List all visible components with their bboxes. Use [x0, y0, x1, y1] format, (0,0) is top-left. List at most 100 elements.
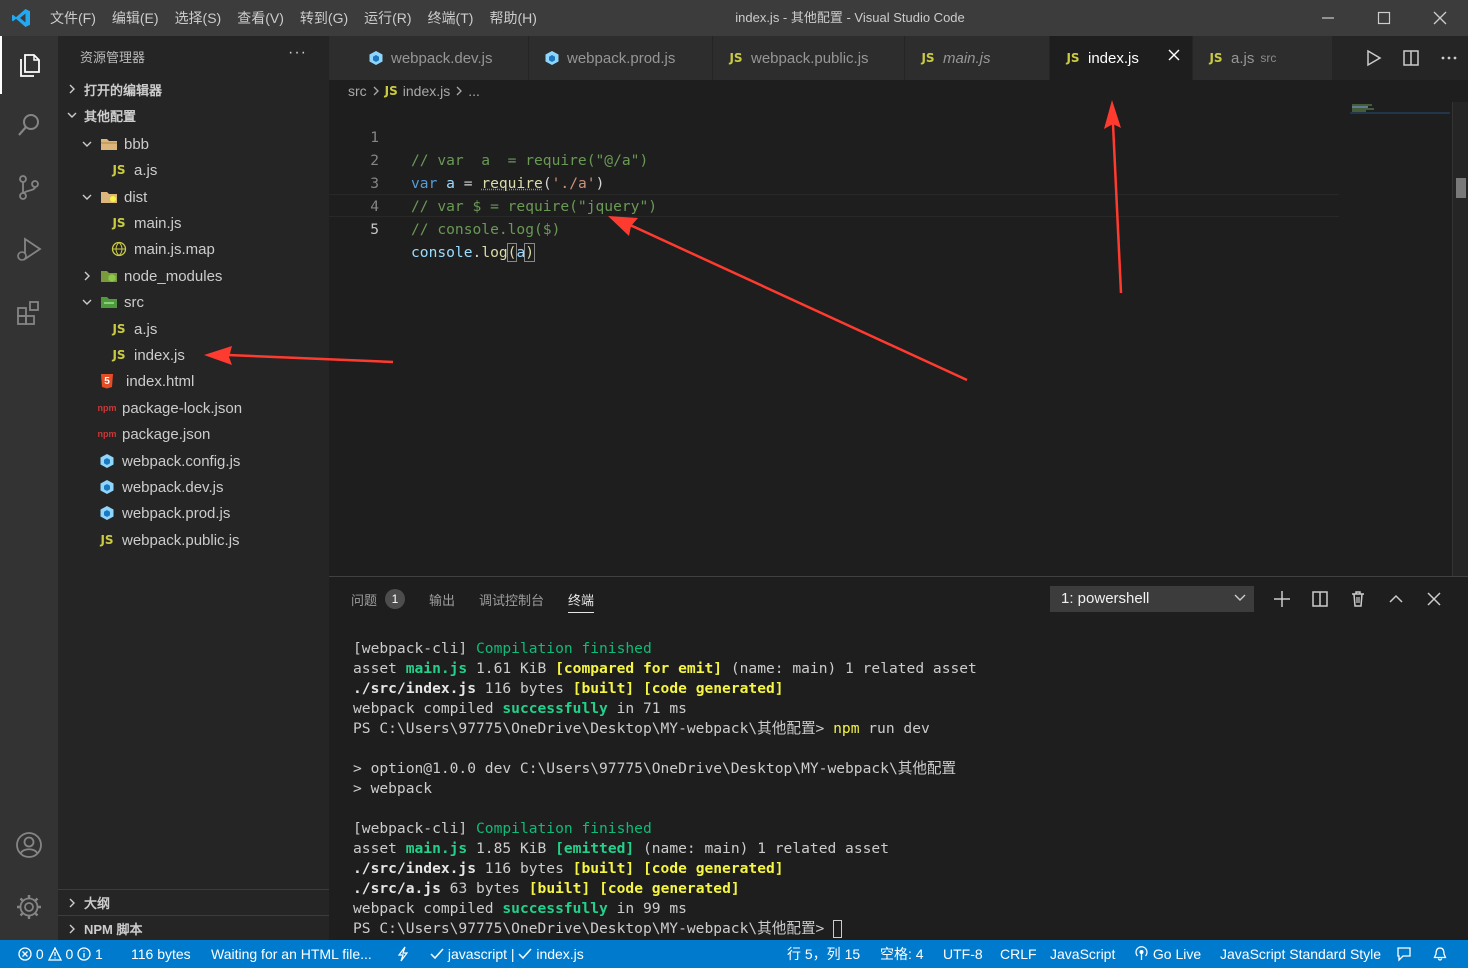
- tree-file-bbb-a-js[interactable]: JS a.js: [58, 157, 329, 183]
- minimize-icon: [1322, 17, 1334, 19]
- live-preview-status[interactable]: Waiting for an HTML file...: [211, 940, 372, 968]
- feedback-button[interactable]: [1396, 940, 1414, 968]
- terminal-text: npm: [833, 720, 860, 737]
- explorer-button[interactable]: [0, 36, 58, 94]
- run-debug-button[interactable]: [0, 220, 58, 278]
- tab-main-js[interactable]: JS main.js: [905, 36, 1050, 80]
- menu-go[interactable]: 转到(G): [292, 0, 356, 36]
- tab-label: webpack.dev.js: [391, 49, 493, 67]
- manage-button[interactable]: [0, 878, 58, 936]
- close-window-button[interactable]: [1412, 0, 1468, 36]
- tree-file-webpack-dev-js[interactable]: webpack.dev.js: [58, 474, 329, 500]
- tab-terminal[interactable]: 终端: [568, 577, 595, 621]
- breadcrumb-symbol[interactable]: ...: [468, 83, 480, 99]
- terminal-text: [webpack-cli]: [353, 640, 477, 657]
- eslint-status[interactable]: javascript | index.js: [430, 940, 584, 968]
- js-file-icon: JS: [112, 348, 126, 362]
- tree-item-label: src: [124, 293, 144, 311]
- code-style-status[interactable]: JavaScript Standard Style: [1220, 940, 1381, 968]
- chevron-right-icon: [64, 84, 80, 94]
- extensions-icon: [17, 301, 39, 325]
- new-terminal-button[interactable]: [1263, 577, 1301, 621]
- workspace-section[interactable]: 其他配置: [58, 102, 329, 128]
- tree-file-main-js-map[interactable]: main.js.map: [58, 236, 329, 262]
- kill-terminal-button[interactable]: [1339, 577, 1377, 621]
- bell-icon: [1433, 947, 1447, 961]
- open-editors-label: 打开的编辑器: [84, 82, 163, 98]
- terminal-text: [built]: [528, 880, 591, 897]
- tree-item-label: main.js: [134, 214, 182, 232]
- notifications-button[interactable]: [1432, 940, 1448, 968]
- tree-folder-node-modules[interactable]: node_modules: [58, 263, 329, 289]
- close-tab-button[interactable]: [1168, 48, 1180, 66]
- extensions-button[interactable]: [0, 284, 58, 342]
- language-mode-status[interactable]: JavaScript: [1050, 940, 1115, 968]
- file-size-status[interactable]: 116 bytes: [131, 940, 191, 968]
- more-editor-actions-button[interactable]: [1430, 36, 1468, 80]
- maximize-button[interactable]: [1356, 0, 1412, 36]
- tree-file-main-js[interactable]: JS main.js: [58, 210, 329, 236]
- problems-status[interactable]: 0 0 1: [18, 940, 103, 968]
- indentation-status[interactable]: 空格: 4: [880, 940, 924, 968]
- minimap[interactable]: [1350, 102, 1450, 576]
- scroll-thumb[interactable]: [1456, 178, 1466, 198]
- search-button[interactable]: [0, 96, 58, 154]
- outline-section[interactable]: 大纲: [58, 889, 329, 915]
- cursor-position-status[interactable]: 行 5，列 15: [787, 940, 860, 968]
- tree-file-package-json[interactable]: npm package.json: [58, 421, 329, 447]
- menu-edit[interactable]: 编辑(E): [104, 0, 167, 36]
- close-panel-button[interactable]: [1415, 577, 1453, 621]
- tree-folder-src[interactable]: src: [58, 289, 329, 315]
- accounts-button[interactable]: [0, 816, 58, 874]
- minimize-button[interactable]: [1300, 0, 1356, 36]
- breadcrumb-folder[interactable]: src: [348, 83, 367, 99]
- tree-folder-bbb[interactable]: bbb: [58, 131, 329, 157]
- tab-webpack-public-js[interactable]: JS webpack.public.js: [713, 36, 905, 80]
- tree-file-src-a-js[interactable]: JS a.js: [58, 316, 329, 342]
- npm-scripts-label: NPM 脚本: [84, 922, 143, 937]
- terminal-selector[interactable]: 1: powershell: [1050, 586, 1254, 612]
- more-actions-button[interactable]: ···: [288, 44, 307, 62]
- menu-selection[interactable]: 选择(S): [167, 0, 230, 36]
- menu-view[interactable]: 查看(V): [229, 0, 292, 36]
- tab-debug-console[interactable]: 调试控制台: [479, 577, 544, 621]
- go-live-button[interactable]: Go Live: [1134, 940, 1201, 968]
- menu-run[interactable]: 运行(R): [356, 0, 419, 36]
- split-editor-button[interactable]: [1392, 36, 1430, 80]
- eol-status[interactable]: CRLF: [1000, 940, 1037, 968]
- tab-webpack-prod-js[interactable]: webpack.prod.js: [529, 36, 713, 80]
- terminal-output[interactable]: [webpack-cli] Compilation finished asset…: [353, 639, 977, 939]
- split-terminal-button[interactable]: [1301, 577, 1339, 621]
- tab-problems[interactable]: 问题 1: [351, 577, 406, 621]
- tab-webpack-dev-js[interactable]: webpack.dev.js: [329, 36, 529, 80]
- maximize-panel-button[interactable]: [1377, 577, 1415, 621]
- terminal-text: asset: [353, 660, 406, 677]
- tab-output[interactable]: 输出: [429, 577, 455, 621]
- tree-file-webpack-config-js[interactable]: webpack.config.js: [58, 448, 329, 474]
- source-control-button[interactable]: [0, 158, 58, 216]
- tree-folder-dist[interactable]: dist: [58, 184, 329, 210]
- js-file-icon: JS: [384, 84, 398, 98]
- menu-terminal[interactable]: 终端(T): [420, 0, 482, 36]
- tree-file-webpack-prod-js[interactable]: webpack.prod.js: [58, 500, 329, 526]
- menu-help[interactable]: 帮助(H): [481, 0, 544, 36]
- tree-file-index-js[interactable]: JS index.js: [58, 342, 329, 368]
- lightning-status[interactable]: [397, 940, 409, 968]
- run-code-button[interactable]: [1354, 36, 1392, 80]
- npm-scripts-section[interactable]: NPM 脚本: [58, 915, 329, 941]
- tree-file-webpack-public-js[interactable]: JS webpack.public.js: [58, 527, 329, 553]
- explorer-header: 资源管理器 ···: [58, 36, 329, 76]
- tab-description: src: [1260, 51, 1277, 65]
- menu-file[interactable]: 文件(F): [42, 0, 104, 36]
- minimap-preview: [1350, 104, 1450, 114]
- tab-index-js[interactable]: JS index.js: [1050, 36, 1193, 80]
- tab-a-js[interactable]: JS a.js src: [1193, 36, 1333, 80]
- breadcrumb-file[interactable]: index.js: [403, 83, 450, 99]
- open-editors-section[interactable]: 打开的编辑器: [58, 76, 329, 102]
- encoding-status[interactable]: UTF-8: [943, 940, 983, 968]
- code-editor[interactable]: 1 // var a = require("@/a") 2 var a = re…: [329, 102, 1468, 576]
- tree-file-package-lock-json[interactable]: npm package-lock.json: [58, 395, 329, 421]
- tree-file-index-html[interactable]: 5 index.html: [58, 368, 329, 394]
- editor-scrollbar[interactable]: [1452, 102, 1468, 576]
